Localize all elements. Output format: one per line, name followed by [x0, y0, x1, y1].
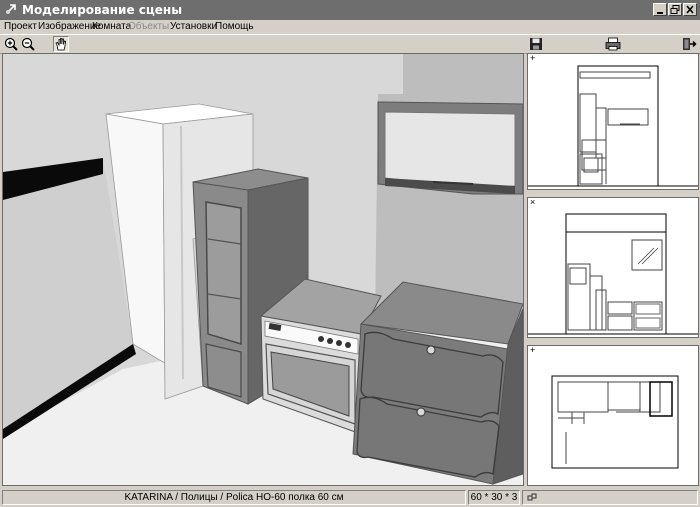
pan-button[interactable] — [53, 36, 69, 52]
selected-object-field: KATARINA / Полицы / Polica HO-60 полка 6… — [2, 490, 466, 505]
title-bar[interactable]: Моделирование сцены — [0, 0, 700, 20]
main-3d-view[interactable] — [2, 53, 524, 486]
side-elevation-view[interactable]: × — [527, 197, 699, 338]
menu-help[interactable]: Помощь — [215, 20, 254, 34]
minimize-icon — [657, 12, 663, 14]
zoom-out-button[interactable] — [20, 36, 36, 52]
dimensions-field: 60 * 30 * 3 — [468, 490, 520, 505]
exit-button[interactable] — [681, 36, 697, 52]
floor-plan-drawing — [551, 375, 679, 469]
view-marker: + — [530, 345, 536, 355]
window-title: Моделирование сцены — [22, 3, 183, 17]
restore-icon — [670, 5, 680, 14]
application-window: Моделирование сцены Проект Изображение К… — [0, 0, 700, 507]
plan-view[interactable]: + — [527, 345, 699, 486]
kitchen-3d-scene — [3, 54, 523, 485]
print-button[interactable] — [604, 36, 621, 52]
status-bar: KATARINA / Полицы / Polica HO-60 полка 6… — [0, 489, 700, 507]
menu-room[interactable]: Комната — [92, 20, 131, 34]
zoom-in-button[interactable] — [3, 36, 19, 52]
exit-icon — [683, 38, 697, 50]
print-icon — [605, 37, 621, 51]
status-extra-field — [522, 490, 698, 505]
front-elevation-drawing — [528, 65, 698, 187]
menu-objects[interactable]: Объекты — [128, 20, 169, 34]
side-elevation-drawing — [528, 213, 698, 335]
save-icon — [530, 38, 542, 50]
menu-settings[interactable]: Установки — [170, 20, 217, 34]
save-button[interactable] — [528, 36, 544, 52]
close-button[interactable] — [683, 3, 697, 16]
zoom-in-icon — [4, 37, 18, 51]
maximize-button[interactable] — [668, 3, 682, 16]
view-marker: + — [530, 53, 536, 63]
selected-object-path: KATARINA / Полицы / Polica HO-60 полка 6… — [124, 492, 344, 503]
link-icon — [527, 493, 537, 501]
menu-project[interactable]: Проект — [4, 20, 37, 34]
view-marker: × — [530, 197, 536, 207]
object-dimensions: 60 * 30 * 3 — [470, 492, 518, 503]
menu-bar: Проект Изображение Комната Объекты Устан… — [0, 20, 700, 34]
close-icon — [686, 5, 694, 14]
pan-hand-icon — [55, 38, 67, 51]
app-icon — [6, 4, 16, 14]
toolbar — [0, 34, 700, 54]
zoom-out-icon — [21, 37, 35, 51]
minimize-button[interactable] — [653, 3, 667, 16]
front-elevation-view[interactable]: + — [527, 53, 699, 190]
